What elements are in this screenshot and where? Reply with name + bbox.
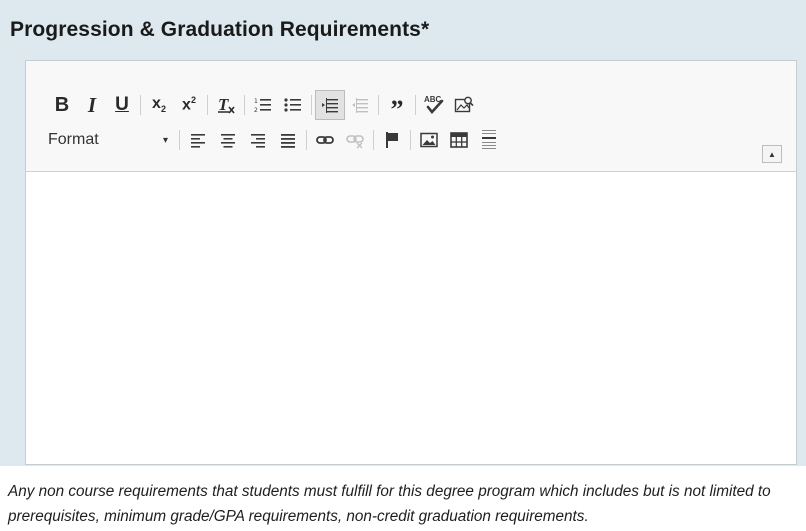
horizontal-rule-icon [482, 130, 496, 149]
toolbar-separator [311, 95, 312, 115]
increase-indent-button[interactable] [345, 90, 375, 120]
svg-text:2: 2 [254, 107, 258, 114]
italic-button[interactable]: I [77, 90, 107, 120]
numbered-list-icon: 1 2 [254, 98, 271, 114]
bold-icon: B [54, 93, 70, 116]
chevron-down-icon: ▾ [162, 134, 168, 146]
align-left-button[interactable] [183, 125, 213, 155]
align-left-icon [191, 134, 205, 148]
anchor-flag-icon [386, 132, 398, 148]
superscript-icon: x2 [182, 95, 196, 114]
toolbar-separator [415, 95, 416, 115]
bulleted-list-button[interactable] [278, 90, 308, 120]
field-help-text: Any non course requirements that student… [8, 483, 771, 525]
toolbar-separator [378, 95, 379, 115]
subscript-button[interactable]: x2 [144, 90, 174, 120]
blockquote-icon: ” [390, 95, 404, 124]
justify-button[interactable] [273, 125, 303, 155]
bold-button[interactable]: B [47, 90, 77, 120]
decrease-indent-icon [322, 98, 338, 113]
find-replace-icon [454, 96, 474, 113]
toolbar-separator [140, 95, 141, 115]
table-icon [450, 132, 468, 148]
svg-text:T: T [218, 95, 229, 114]
toolbar-separator [306, 130, 307, 150]
superscript-button[interactable]: x2 [174, 90, 204, 120]
align-right-button[interactable] [243, 125, 273, 155]
table-button[interactable] [444, 125, 474, 155]
link-button[interactable] [310, 125, 340, 155]
subscript-icon: x2 [152, 95, 166, 115]
numbered-list-button[interactable]: 1 2 [248, 90, 278, 120]
decrease-indent-button[interactable] [315, 90, 345, 120]
collapse-toolbar-button[interactable]: ▲ [762, 145, 782, 163]
align-center-icon [221, 134, 235, 148]
toolbar-separator [410, 130, 411, 150]
horizontal-rule-button[interactable] [474, 125, 504, 155]
underline-icon: U [115, 94, 129, 115]
collapse-toolbar-icon: ▲ [768, 149, 776, 159]
unlink-icon [346, 135, 364, 149]
align-center-button[interactable] [213, 125, 243, 155]
blockquote-button[interactable]: ” [382, 90, 412, 124]
svg-text:1: 1 [254, 98, 258, 105]
increase-indent-icon [352, 98, 368, 113]
toolbar-separator [244, 95, 245, 115]
unlink-button[interactable] [340, 125, 370, 155]
toolbar-row-1: B I U x2 x2 T 1 2 ” ABC [26, 88, 479, 124]
bulleted-list-icon [284, 98, 301, 112]
spellcheck-icon: ABC [424, 95, 444, 115]
link-icon [316, 136, 334, 144]
find-replace-button[interactable] [449, 90, 479, 120]
justify-icon [281, 134, 295, 148]
image-icon [420, 132, 438, 148]
spellcheck-button[interactable]: ABC [419, 90, 449, 120]
remove-format-button[interactable]: T [211, 90, 241, 120]
align-right-icon [251, 134, 265, 148]
toolbar-separator [373, 130, 374, 150]
italic-icon: I [87, 92, 97, 117]
toolbar-row-2: Format ▾ [26, 123, 504, 157]
remove-format-icon: T [218, 95, 235, 114]
format-dropdown[interactable]: Format ▾ [48, 125, 176, 155]
field-panel: Progression & Graduation Requirements* B… [0, 0, 806, 466]
rich-text-editor[interactable]: B I U x2 x2 T 1 2 ” ABC Format ▾ ▲ [25, 60, 797, 465]
field-title: Progression & Graduation Requirements* [10, 18, 430, 41]
editor-content-area[interactable] [26, 172, 796, 464]
underline-button[interactable]: U [107, 90, 137, 120]
image-button[interactable] [414, 125, 444, 155]
toolbar-separator [179, 130, 180, 150]
format-label: Format [48, 131, 99, 148]
toolbar-separator [207, 95, 208, 115]
editor-toolbar: B I U x2 x2 T 1 2 ” ABC Format ▾ ▲ [26, 61, 796, 172]
anchor-button[interactable] [377, 125, 407, 155]
